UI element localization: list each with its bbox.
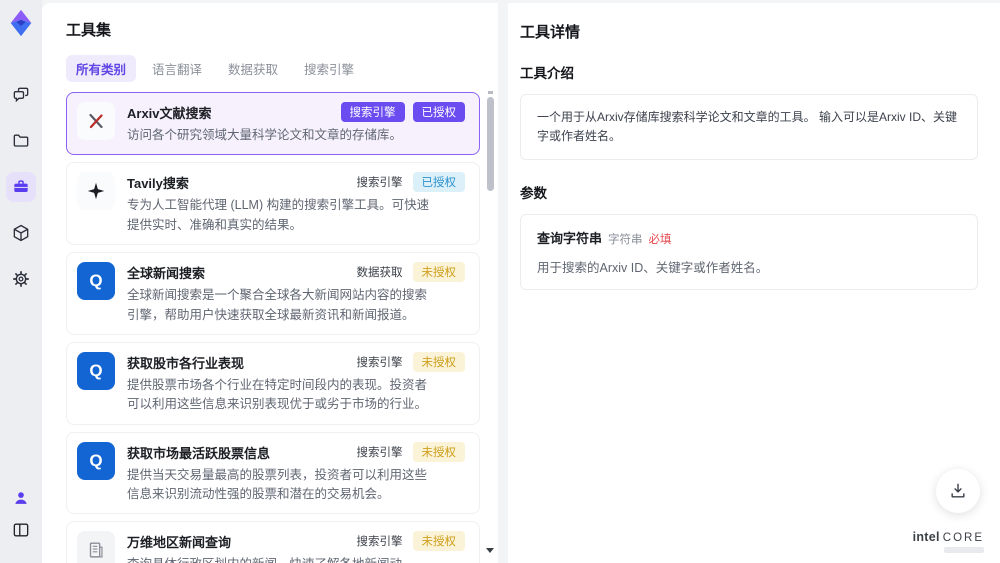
tool-auth-badge: 未授权 <box>412 351 465 372</box>
column-divider <box>498 0 508 563</box>
tool-name: 获取市场最活跃股票信息 <box>127 445 271 461</box>
toolbox-icon <box>14 180 28 192</box>
param-description: 用于搜索的Arxiv ID、关键字或作者姓名。 <box>537 261 769 276</box>
intro-text: 一个用于从Arxiv存储库搜索科学论文和文章的工具。 输入可以是Arxiv ID… <box>537 110 958 144</box>
news-icon <box>77 531 115 563</box>
tavily-icon <box>77 172 115 211</box>
tool-name: Tavily搜索 <box>127 176 189 192</box>
intro-box: 一个用于从Arxiv存储库搜索科学论文和文章的工具。 输入可以是Arxiv ID… <box>520 94 978 161</box>
tool-auth-badge: 未授权 <box>412 262 465 283</box>
params-list: 查询字符串 字符串 必填 用于搜索的Arxiv ID、关键字或作者姓名。 <box>537 228 961 276</box>
panel-layout-icon <box>13 523 29 537</box>
intel-core-logo: intel CORE <box>913 530 984 553</box>
tab-搜索引擎[interactable]: 搜索引擎 <box>294 55 364 82</box>
tool-category-badge: 搜索引擎 <box>356 356 403 369</box>
tool-description: 全球新闻搜索是一个聚合全球各大新闻网站内容的搜索引擎，帮助用户快速获取全球最新资… <box>127 288 428 322</box>
intro-heading: 工具介绍 <box>520 66 574 81</box>
tool-category-badge: 搜索引擎 <box>356 536 403 549</box>
tool-name: Arxiv文献搜索 <box>127 106 212 121</box>
tool-card[interactable]: Q 获取市场最活跃股票信息 搜索引擎 未授权 提供当天交易量最高的股票列表，投资… <box>66 431 480 515</box>
tab-所有类别[interactable]: 所有类别 <box>66 55 137 82</box>
list-scrollbar[interactable] <box>486 91 495 553</box>
sidebar-item-tools[interactable] <box>6 172 36 202</box>
sidebar-item-plugins[interactable] <box>6 218 36 248</box>
tool-auth-badge: 未授权 <box>412 441 465 462</box>
scrollbar-down-arrow[interactable] <box>486 548 494 553</box>
sidebar-item-account[interactable] <box>6 483 36 513</box>
tool-name: 全球新闻搜索 <box>127 266 206 282</box>
folder-icon <box>13 134 29 147</box>
tool-list-panel: 工具集 所有类别 语言翻译 数据获取 搜索引擎 Arxiv文献搜索 搜索引擎 已… <box>42 3 498 563</box>
tool-auth-badge: 已授权 <box>412 172 465 193</box>
scrollbar-up-arrow[interactable] <box>488 91 493 94</box>
tool-description: 提供当天交易量最高的股票列表，投资者可以利用这些信息来识别流动性强的股票和潜在的… <box>127 467 428 501</box>
page-title: 工具集 <box>66 22 112 39</box>
tool-card[interactable]: Q 全球新闻搜索 数据获取 未授权 全球新闻搜索是一个聚合全球各大新闻网站内容的… <box>66 252 480 335</box>
category-tabs: 所有类别 语言翻译 数据获取 搜索引擎 <box>66 55 480 82</box>
tool-category-badge: 搜索引擎 <box>356 177 403 190</box>
sidebar-item-panel-toggle[interactable] <box>6 515 36 545</box>
tab-数据获取[interactable]: 数据获取 <box>218 55 288 82</box>
tool-category-badge: 搜索引擎 <box>340 102 405 122</box>
tool-description: 查询具体行政区划内的新闻，快速了解各地新闻动 <box>127 555 432 563</box>
tool-description: 访问各个研究领域大量科学论文和文章的存储库。 <box>127 128 403 142</box>
param-item: 查询字符串 字符串 必填 用于搜索的Arxiv ID、关键字或作者姓名。 <box>537 228 961 276</box>
cube-icon <box>13 224 29 242</box>
brand-subline <box>944 547 984 553</box>
param-type: 字符串 <box>608 234 643 247</box>
brand-core-text: CORE <box>942 532 984 544</box>
qblue-icon: Q <box>77 441 115 480</box>
params-box: 查询字符串 字符串 必填 用于搜索的Arxiv ID、关键字或作者姓名。 <box>520 214 978 291</box>
tool-name: 万维地区新闻查询 <box>127 535 232 551</box>
tool-auth-badge: 未授权 <box>412 531 465 552</box>
tool-card[interactable]: Arxiv文献搜索 搜索引擎 已授权 访问各个研究领域大量科学论文和文章的存储库… <box>66 92 480 156</box>
download-button[interactable] <box>936 469 980 513</box>
sidebar-item-settings[interactable] <box>6 264 36 294</box>
arxiv-icon <box>77 102 115 140</box>
param-name: 查询字符串 <box>537 231 603 247</box>
scrollbar-thumb[interactable] <box>487 97 494 191</box>
download-icon <box>951 483 965 498</box>
tool-description: 专为人工智能代理 (LLM) 构建的搜索引擎工具。可快速提供实时、准确和真实的结… <box>127 198 430 232</box>
tool-description: 提供股票市场各个行业在特定时间段内的表现。投资者可以利用这些信息来识别表现优于或… <box>127 377 428 412</box>
tool-name: 获取股市各行业表现 <box>127 355 245 371</box>
brand-intel-text: intel <box>912 530 940 544</box>
sidebar-item-files[interactable] <box>6 126 36 156</box>
detail-title: 工具详情 <box>520 24 581 41</box>
qblue-icon: Q <box>77 262 115 301</box>
tool-category-badge: 搜索引擎 <box>356 446 403 459</box>
params-heading: 参数 <box>520 186 547 202</box>
chat-icon <box>13 87 29 103</box>
user-icon <box>15 492 27 504</box>
sidebar-item-chat[interactable] <box>6 80 36 110</box>
app-logo-icon[interactable] <box>6 8 36 38</box>
tab-语言翻译[interactable]: 语言翻译 <box>142 55 212 82</box>
param-required-badge: 必填 <box>648 234 672 247</box>
tool-category-badge: 数据获取 <box>356 267 403 280</box>
qblue-icon: Q <box>77 351 115 390</box>
tool-card[interactable]: Q 获取股市各行业表现 搜索引擎 未授权 提供股票市场各个行业在特定时间段内的表… <box>66 341 480 425</box>
tool-detail-panel: 工具详情 工具介绍 一个用于从Arxiv存储库搜索科学论文和文章的工具。 输入可… <box>508 3 1000 563</box>
tool-card[interactable]: Tavily搜索 搜索引擎 已授权 专为人工智能代理 (LLM) 构建的搜索引擎… <box>66 162 480 246</box>
gear-icon <box>13 271 29 287</box>
tool-list: Arxiv文献搜索 搜索引擎 已授权 访问各个研究领域大量科学论文和文章的存储库… <box>66 92 480 563</box>
tool-auth-badge: 已授权 <box>412 102 465 122</box>
tool-card[interactable]: 万维地区新闻查询 搜索引擎 未授权 查询具体行政区划内的新闻，快速了解各地新闻动 <box>66 521 480 563</box>
left-sidebar <box>0 0 42 563</box>
